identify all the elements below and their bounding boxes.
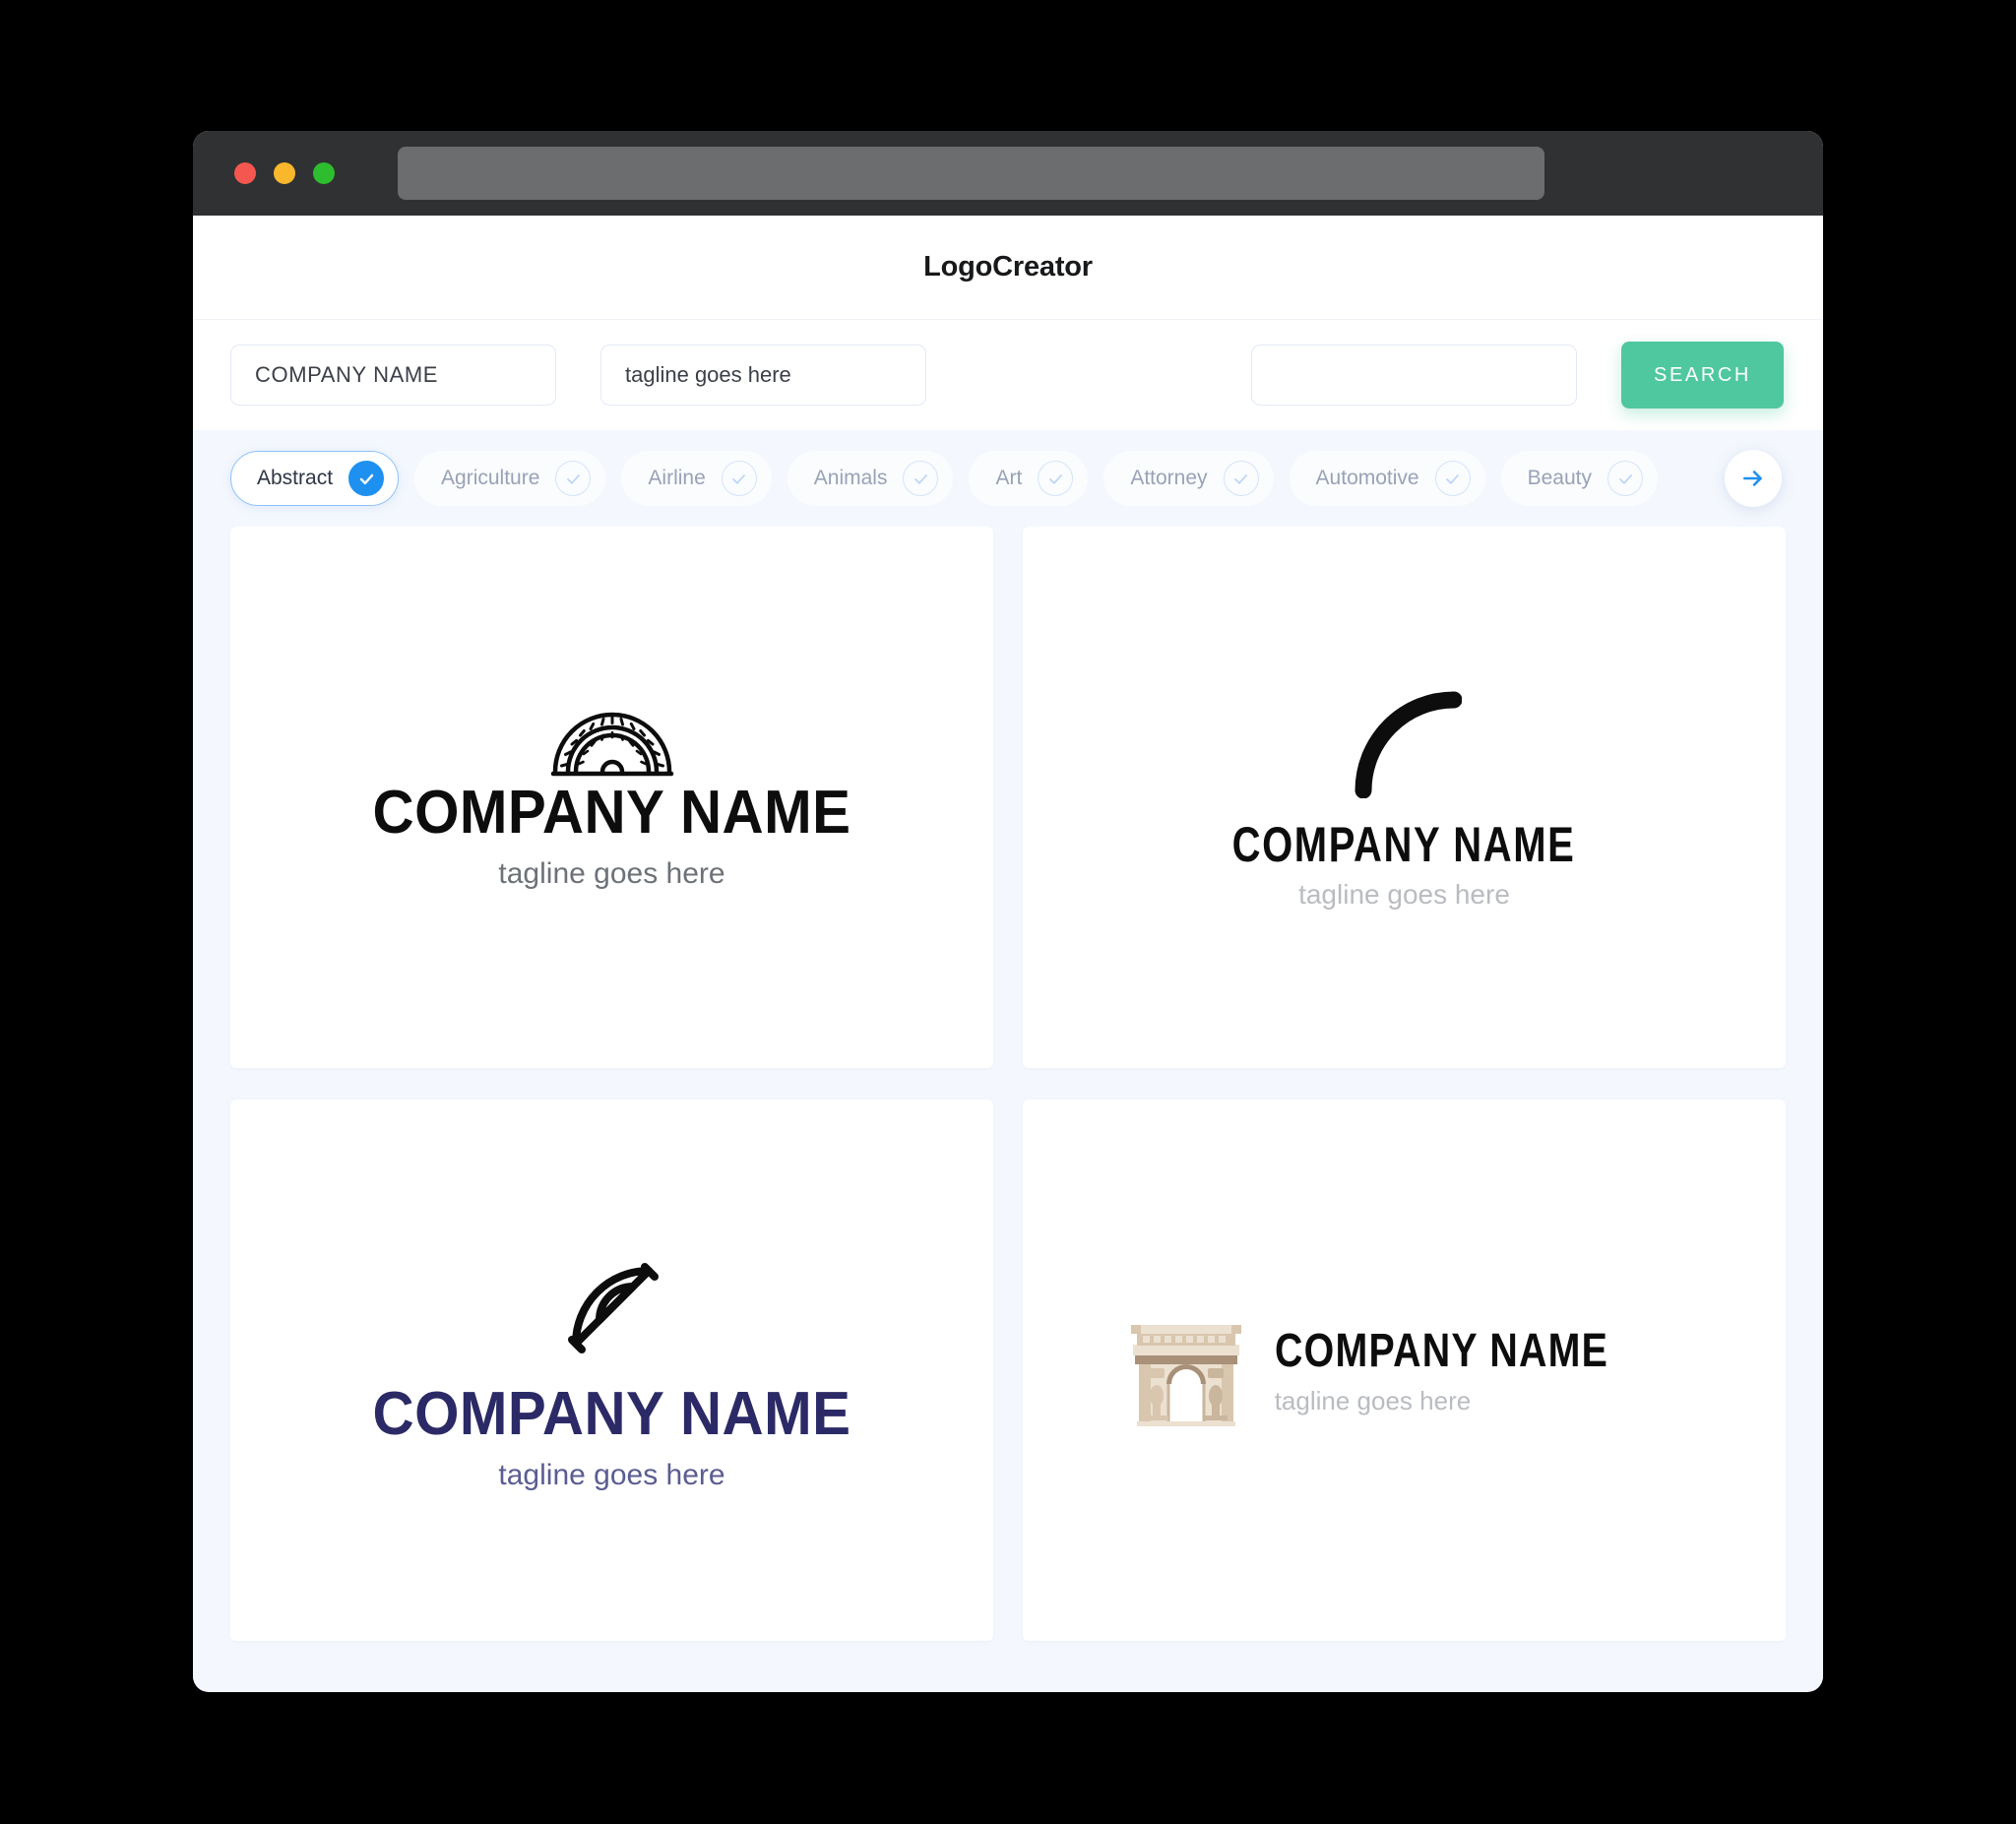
check-icon (1607, 461, 1643, 496)
category-chip-airline[interactable]: Airline (621, 451, 772, 506)
category-chip-label: Attorney (1130, 467, 1208, 489)
logo-tagline: tagline goes here (1298, 879, 1510, 910)
category-chip-label: Airline (648, 467, 706, 489)
logo-card[interactable]: COMPANY NAME tagline goes here (1023, 1100, 1786, 1641)
category-chip-list: Abstract Agriculture Airline Animals Art Atto… (230, 451, 1673, 506)
logo-card[interactable]: COMPANY NAME tagline goes here (1023, 527, 1786, 1068)
traffic-lights (234, 162, 335, 184)
logo-card[interactable]: COMPANY NAME tagline goes here (230, 1100, 993, 1641)
logo-company-name: COMPANY NAME (372, 1379, 851, 1448)
logo-tagline: tagline goes here (1274, 1386, 1472, 1415)
arrow-right-icon (1743, 471, 1762, 486)
logo-text: COMPANY NAME tagline goes here (1275, 1324, 1682, 1416)
categories-next-button[interactable] (1725, 450, 1782, 507)
address-bar[interactable] (398, 147, 1544, 200)
logo-preview: COMPANY NAME tagline goes here (357, 1249, 866, 1492)
search-bar: SEARCH (193, 320, 1823, 430)
arc-de-triomphe-icon (1127, 1311, 1245, 1429)
category-chip-label: Agriculture (441, 467, 540, 489)
minimize-window-button[interactable] (274, 162, 295, 184)
category-chip-art[interactable]: Art (969, 451, 1089, 506)
category-chip-label: Animals (813, 467, 888, 489)
category-filter-bar: Abstract Agriculture Airline Animals Art Atto… (193, 430, 1823, 527)
category-chip-animals[interactable]: Animals (787, 451, 954, 506)
maximize-window-button[interactable] (313, 162, 335, 184)
check-icon (1223, 461, 1259, 496)
check-icon (348, 461, 385, 496)
check-icon (721, 461, 757, 496)
protractor-icon (548, 705, 676, 778)
category-chip-label: Art (995, 467, 1023, 489)
keyword-input[interactable] (1251, 345, 1577, 406)
quarter-protractor-icon (554, 1249, 670, 1365)
logo-tagline: tagline goes here (498, 856, 725, 890)
logo-preview: COMPANY NAME tagline goes here (1127, 1311, 1682, 1429)
logo-text: COMPANY NAME tagline goes here (357, 1379, 866, 1492)
category-chip-abstract[interactable]: Abstract (230, 451, 400, 506)
logo-company-name: COMPANY NAME (1274, 1325, 1608, 1377)
logo-results-grid: COMPANY NAME tagline goes here COMPANY N… (193, 527, 1823, 1680)
logo-tagline: tagline goes here (498, 1458, 725, 1491)
check-icon (1038, 461, 1074, 496)
logo-text: COMPANY NAME tagline goes here (357, 778, 866, 891)
search-button[interactable]: SEARCH (1621, 342, 1784, 409)
check-icon (555, 461, 592, 496)
page-title: LogoCreator (923, 251, 1093, 283)
category-chip-label: Beauty (1527, 467, 1592, 489)
logo-text: COMPANY NAME tagline goes here (1189, 816, 1618, 911)
close-window-button[interactable] (234, 162, 256, 184)
tagline-input[interactable] (600, 345, 926, 406)
browser-titlebar (193, 131, 1823, 216)
browser-window: LogoCreator SEARCH Abstract Agriculture Ai… (193, 131, 1823, 1692)
category-chip-agriculture[interactable]: Agriculture (414, 451, 606, 506)
logo-preview: COMPANY NAME tagline goes here (1189, 684, 1618, 911)
logo-preview: COMPANY NAME tagline goes here (357, 705, 866, 891)
company-name-input[interactable] (230, 345, 556, 406)
category-chip-automotive[interactable]: Automotive (1289, 451, 1485, 506)
app-header: LogoCreator (193, 216, 1823, 320)
arc-stroke-icon (1348, 684, 1462, 798)
category-chip-label: Abstract (257, 467, 334, 489)
logo-company-name: COMPANY NAME (372, 778, 851, 847)
check-icon (903, 461, 939, 496)
check-icon (1434, 461, 1471, 496)
logo-company-name: COMPANY NAME (1232, 817, 1576, 872)
category-chip-attorney[interactable]: Attorney (1103, 451, 1274, 506)
logo-card[interactable]: COMPANY NAME tagline goes here (230, 527, 993, 1068)
category-chip-label: Automotive (1315, 467, 1419, 489)
screen: LogoCreator SEARCH Abstract Agriculture Ai… (0, 0, 2016, 1824)
category-chip-beauty[interactable]: Beauty (1500, 451, 1658, 506)
